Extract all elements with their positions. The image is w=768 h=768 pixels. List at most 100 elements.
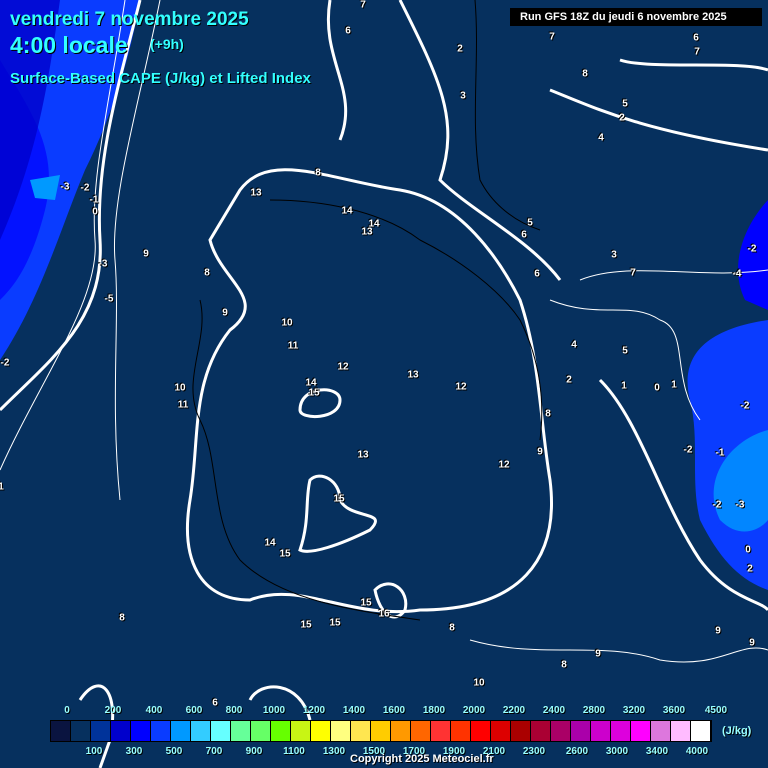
legend-swatch xyxy=(231,721,251,741)
lifted-index-label: -2 xyxy=(80,182,90,194)
lifted-index-label: 12 xyxy=(455,381,467,393)
lifted-index-label: -3 xyxy=(735,499,745,511)
lifted-index-label: -3 xyxy=(60,181,70,193)
lifted-index-label: 8 xyxy=(449,622,455,634)
lifted-index-label: 9 xyxy=(143,248,149,260)
legend-bottom-label: 3000 xyxy=(605,746,629,757)
lifted-index-label: 1 xyxy=(621,380,627,392)
legend-swatch xyxy=(171,721,191,741)
legend-top-label: 0 xyxy=(64,705,70,716)
legend-bottom-label: 300 xyxy=(125,746,143,757)
lifted-index-label: 16 xyxy=(378,608,390,620)
lifted-index-label: 1 xyxy=(671,379,677,391)
legend-swatch xyxy=(291,721,311,741)
lifted-index-label: -2 xyxy=(747,243,757,255)
legend-top-label: 2000 xyxy=(462,705,486,716)
legend-swatch xyxy=(351,721,371,741)
lifted-index-label: 13 xyxy=(357,449,369,461)
legend-swatch xyxy=(271,721,291,741)
lifted-index-label: -2 xyxy=(0,357,10,369)
lifted-index-label: 15 xyxy=(279,548,291,560)
lifted-index-label: -5 xyxy=(104,293,114,305)
lifted-index-label: 14 xyxy=(341,205,353,217)
lifted-index-label: 15 xyxy=(360,597,372,609)
legend-bottom-label: 1300 xyxy=(322,746,346,757)
legend-top-label: 1600 xyxy=(382,705,406,716)
legend-swatch xyxy=(511,721,531,741)
legend-swatch xyxy=(71,721,91,741)
legend-bottom-label: 500 xyxy=(165,746,183,757)
lifted-index-label: 5 xyxy=(622,345,628,357)
legend-top-label: 1000 xyxy=(262,705,286,716)
legend-bottom-label: 100 xyxy=(85,746,103,757)
lifted-index-label: 6 xyxy=(693,32,699,44)
lifted-index-label: 6 xyxy=(345,25,351,37)
lifted-index-label: 5 xyxy=(527,217,533,229)
legend-swatch xyxy=(331,721,351,741)
legend-swatch xyxy=(51,721,71,741)
lifted-index-label: 13 xyxy=(250,187,262,199)
legend-swatch xyxy=(471,721,491,741)
forecast-offset: (+9h) xyxy=(150,36,184,52)
lifted-index-label: 10 xyxy=(174,382,186,394)
legend-top-label: 1400 xyxy=(342,705,366,716)
lifted-index-label: 2 xyxy=(566,374,572,386)
legend-swatch xyxy=(631,721,651,741)
lifted-index-label: 15 xyxy=(300,619,312,631)
parameter-title: Surface-Based CAPE (J/kg) et Lifted Inde… xyxy=(10,70,311,87)
legend-swatch xyxy=(311,721,331,741)
lifted-index-label: 15 xyxy=(333,493,345,505)
legend-top-label: 2200 xyxy=(502,705,526,716)
contour-lines xyxy=(0,0,768,768)
legend-top-label: 2800 xyxy=(582,705,606,716)
lifted-index-label: 11 xyxy=(287,340,299,352)
legend-swatch xyxy=(651,721,671,741)
lifted-index-label: 9 xyxy=(715,625,721,637)
legend-swatch xyxy=(131,721,151,741)
lifted-index-label: 4 xyxy=(598,132,604,144)
lifted-index-label: 0 xyxy=(92,206,98,218)
lifted-index-label: 7 xyxy=(549,31,555,43)
legend-bottom-label: 2600 xyxy=(565,746,589,757)
lifted-index-label: -2 xyxy=(740,400,750,412)
legend-swatch xyxy=(211,721,231,741)
lifted-index-label: 9 xyxy=(749,637,755,649)
legend-swatch xyxy=(571,721,591,741)
lifted-index-label: 8 xyxy=(561,659,567,671)
lifted-index-label: 15 xyxy=(308,387,320,399)
forecast-date: vendredi 7 novembre 2025 xyxy=(10,9,249,30)
lifted-index-label: -1 xyxy=(89,194,99,206)
lifted-index-label: 7 xyxy=(360,0,366,11)
lifted-index-label: -2 xyxy=(683,444,693,456)
lifted-index-label: 13 xyxy=(407,369,419,381)
lifted-index-label: 9 xyxy=(537,446,543,458)
lifted-index-label: 8 xyxy=(545,408,551,420)
legend-swatch xyxy=(251,721,271,741)
lifted-index-label: 8 xyxy=(315,167,321,179)
lifted-index-label: 13 xyxy=(361,226,373,238)
forecast-time: 4:00 locale xyxy=(10,32,128,58)
lifted-index-label: 2 xyxy=(747,563,753,575)
lifted-index-label: -4 xyxy=(732,268,742,280)
legend-swatch xyxy=(591,721,611,741)
legend-swatch xyxy=(411,721,431,741)
lifted-index-label: 8 xyxy=(204,267,210,279)
lifted-index-label: 2 xyxy=(619,112,625,124)
lifted-index-label: 3 xyxy=(460,90,466,102)
legend-swatch xyxy=(551,721,571,741)
lifted-index-label: 9 xyxy=(595,648,601,660)
legend-swatch xyxy=(391,721,411,741)
lifted-index-label: 10 xyxy=(281,317,293,329)
legend-swatch xyxy=(691,721,711,741)
legend-swatch xyxy=(151,721,171,741)
legend-bottom-label: 3400 xyxy=(645,746,669,757)
lifted-index-label: 7 xyxy=(630,267,636,279)
lifted-index-label: 0 xyxy=(745,544,751,556)
legend-swatch xyxy=(191,721,211,741)
weather-map xyxy=(0,0,768,768)
legend-top-label: 1800 xyxy=(422,705,446,716)
legend-swatch xyxy=(491,721,511,741)
lifted-index-label: -1 xyxy=(715,447,725,459)
legend-bottom-label: 2300 xyxy=(522,746,546,757)
legend-top-label: 3200 xyxy=(622,705,646,716)
